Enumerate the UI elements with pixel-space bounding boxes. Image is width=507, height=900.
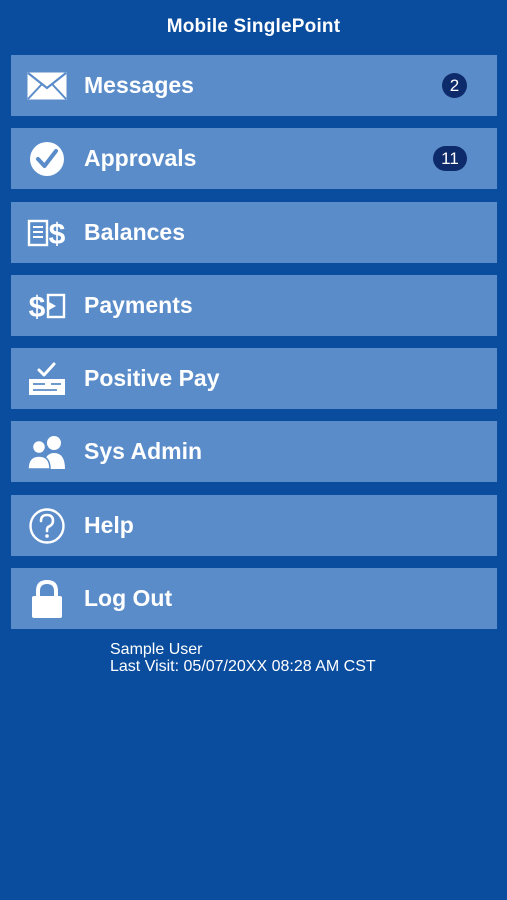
menu-item-positive-pay[interactable]: Positive Pay xyxy=(11,348,497,410)
menu-item-label: Balances xyxy=(84,218,186,245)
menu-item-messages[interactable]: Messages 2 xyxy=(11,55,497,116)
menu-item-label: Positive Pay xyxy=(84,365,220,392)
question-circle-icon xyxy=(27,507,67,545)
check-circle-icon xyxy=(27,140,67,178)
envelope-icon xyxy=(27,67,67,105)
menu-item-log-out[interactable]: Log Out xyxy=(11,568,497,630)
menu-item-approvals[interactable]: Approvals 11 xyxy=(11,128,497,190)
menu-item-label: Sys Admin xyxy=(84,438,203,465)
check-document-icon xyxy=(27,360,67,398)
pending-count-badge: 11 xyxy=(433,146,467,172)
user-name: Sample User xyxy=(110,641,203,658)
menu-item-label: Log Out xyxy=(84,585,173,612)
document-dollar-icon: $ xyxy=(27,214,67,252)
menu-item-sys-admin[interactable]: Sys Admin xyxy=(11,421,497,483)
menu-item-balances[interactable]: $ Balances xyxy=(11,201,497,263)
users-icon xyxy=(27,433,67,471)
dollar-arrow-icon: $ xyxy=(27,287,67,325)
menu-item-label: Messages xyxy=(84,72,194,98)
menu-item-label: Approvals xyxy=(84,145,197,172)
unread-count-badge: 2 xyxy=(442,73,467,98)
lock-icon xyxy=(27,580,67,619)
svg-text:$: $ xyxy=(29,291,46,322)
menu-item-help[interactable]: Help xyxy=(11,494,497,556)
last-visit: Last Visit: 05/07/20XX 08:28 AM CST xyxy=(110,658,376,675)
menu-item-label: Payments xyxy=(84,291,193,318)
page-title: Mobile SinglePoint xyxy=(166,16,341,37)
user-info: Sample User Last Visit: 05/07/20XX 08:28… xyxy=(110,641,376,675)
menu-item-payments[interactable]: $ Payments xyxy=(11,274,497,336)
menu-item-label: Help xyxy=(84,511,134,538)
main-menu: Messages 2 Approvals 11 $ Balances $ Pay… xyxy=(11,55,497,641)
svg-text:$: $ xyxy=(49,218,66,249)
